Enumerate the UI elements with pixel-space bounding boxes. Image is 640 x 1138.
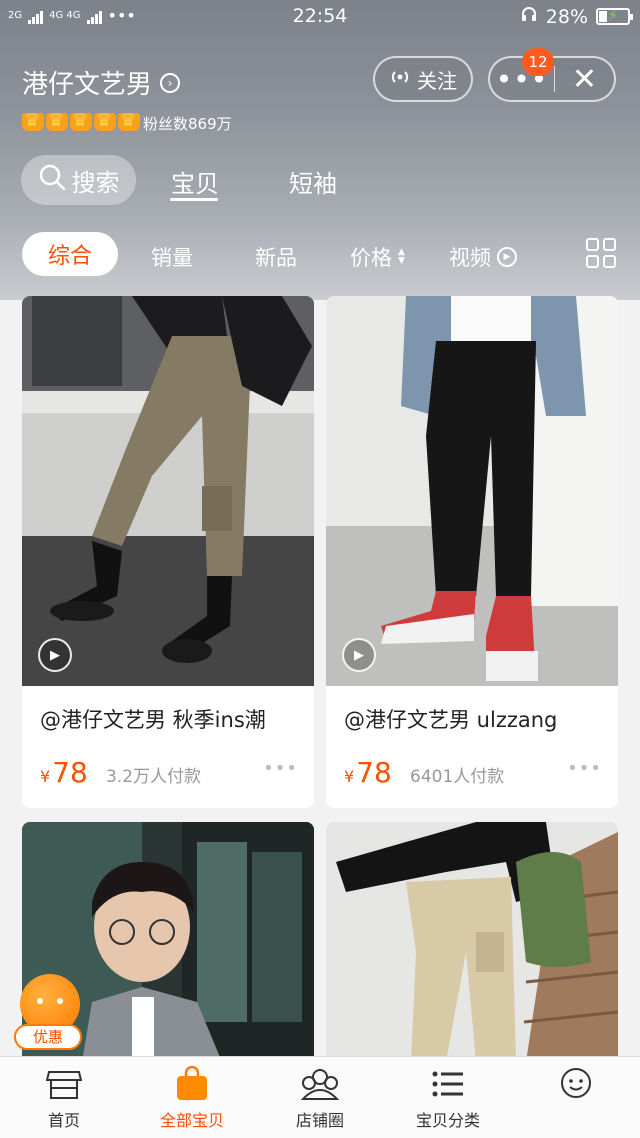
sort-bar: 综合 销量 新品 价格 ▲ ▼ 视频 ▶: [0, 232, 640, 280]
video-play-button[interactable]: ▶: [38, 638, 72, 672]
nav-home[interactable]: 首页: [0, 1057, 128, 1138]
chevron-right-icon: ›: [160, 72, 181, 93]
product-card[interactable]: ▶ @港仔文艺男 秋季ins潮 ¥ 78 3.2万人付款 •••: [22, 296, 314, 808]
battery-icon: ⚡: [596, 8, 633, 25]
promo-label: 优惠: [14, 1024, 82, 1050]
close-icon: ✕: [571, 61, 598, 97]
store-name-text: 港仔文艺男: [22, 70, 153, 100]
search-icon: [38, 163, 66, 197]
product-price: ¥ 78: [40, 756, 88, 789]
sort-comprehensive[interactable]: 综合: [22, 232, 118, 276]
product-image: [326, 296, 618, 686]
shopping-bag-icon: [172, 1065, 212, 1103]
tab-duanxiu[interactable]: 短袖: [289, 164, 337, 199]
crown-icon: [70, 110, 92, 131]
sort-video-label: 视频: [449, 246, 491, 270]
community-icon: [300, 1065, 340, 1103]
product-image: [326, 822, 618, 1062]
nav-categories-label: 宝贝分类: [415, 1111, 480, 1130]
sort-new[interactable]: 新品: [255, 242, 297, 272]
broadcast-icon: [389, 67, 411, 91]
promo-float-button[interactable]: 优惠: [14, 974, 82, 1054]
search-button[interactable]: 搜索: [21, 155, 136, 205]
product-image: [22, 296, 314, 686]
fans-count: 粉丝数869万: [143, 115, 232, 133]
nav-community-label: 店铺圈: [295, 1111, 344, 1130]
sort-sales[interactable]: 销量: [151, 242, 193, 272]
follow-button[interactable]: 关注: [373, 56, 473, 102]
product-card[interactable]: [326, 822, 618, 1062]
currency-symbol: ¥: [344, 767, 355, 786]
price-value: 78: [356, 756, 392, 789]
store-rating-crowns: [22, 110, 140, 131]
sort-new-label: 新品: [255, 246, 297, 270]
video-play-button[interactable]: ▶: [342, 638, 376, 672]
follow-label: 关注: [417, 68, 457, 93]
product-title: @港仔文艺男 秋季ins潮: [40, 708, 266, 732]
nav-community[interactable]: 店铺圈: [256, 1057, 384, 1138]
more-options-icon[interactable]: •••: [263, 758, 298, 779]
price-value: 78: [52, 756, 88, 789]
tab-baobei[interactable]: 宝贝: [171, 164, 219, 199]
sort-video[interactable]: 视频 ▶: [449, 242, 517, 272]
crown-icon: [22, 110, 44, 131]
status-bar: 2G 4G 4G ••• 22:54 28% ⚡: [0, 0, 640, 32]
nav-chat[interactable]: [512, 1057, 640, 1138]
sales-count: 6401人付款: [410, 767, 505, 787]
sort-updown-icon: ▲ ▼: [398, 247, 405, 266]
more-options-icon[interactable]: •••: [567, 758, 602, 779]
battery-percent: 28%: [545, 5, 588, 28]
sort-price[interactable]: 价格 ▲ ▼: [350, 242, 405, 272]
grid-view-icon[interactable]: [586, 238, 616, 268]
bottom-nav: 首页 全部宝贝 店铺圈 宝贝分类: [0, 1056, 640, 1138]
store-title[interactable]: 港仔文艺男 ›: [22, 64, 181, 101]
crown-icon: [94, 110, 116, 131]
nav-all-items-label: 全部宝贝: [159, 1111, 224, 1130]
close-button[interactable]: ✕: [555, 62, 614, 97]
sales-count: 3.2万人付款: [106, 767, 202, 787]
nav-all-items[interactable]: 全部宝贝: [128, 1057, 256, 1138]
status-right: 28% ⚡: [520, 5, 633, 28]
crown-icon: [46, 110, 68, 131]
active-tab-indicator: [170, 198, 218, 201]
notification-badge: 12: [522, 48, 554, 76]
sort-price-label: 价格: [350, 246, 392, 270]
home-store-icon: [44, 1065, 84, 1103]
nav-home-label: 首页: [47, 1111, 80, 1130]
product-card[interactable]: ▶ @港仔文艺男 ulzzang ¥ 78 6401人付款 •••: [326, 296, 618, 808]
product-price: ¥ 78: [344, 756, 392, 789]
nav-categories[interactable]: 宝贝分类: [384, 1057, 512, 1138]
crown-icon: [118, 110, 140, 131]
headset-icon: [520, 5, 538, 28]
search-label: 搜索: [71, 168, 120, 197]
category-list-icon: [428, 1065, 468, 1103]
currency-symbol: ¥: [40, 767, 51, 786]
sort-sales-label: 销量: [151, 246, 193, 270]
product-title: @港仔文艺男 ulzzang: [344, 708, 558, 732]
play-circle-icon: ▶: [497, 247, 517, 267]
chat-bubble-icon: [556, 1065, 596, 1103]
